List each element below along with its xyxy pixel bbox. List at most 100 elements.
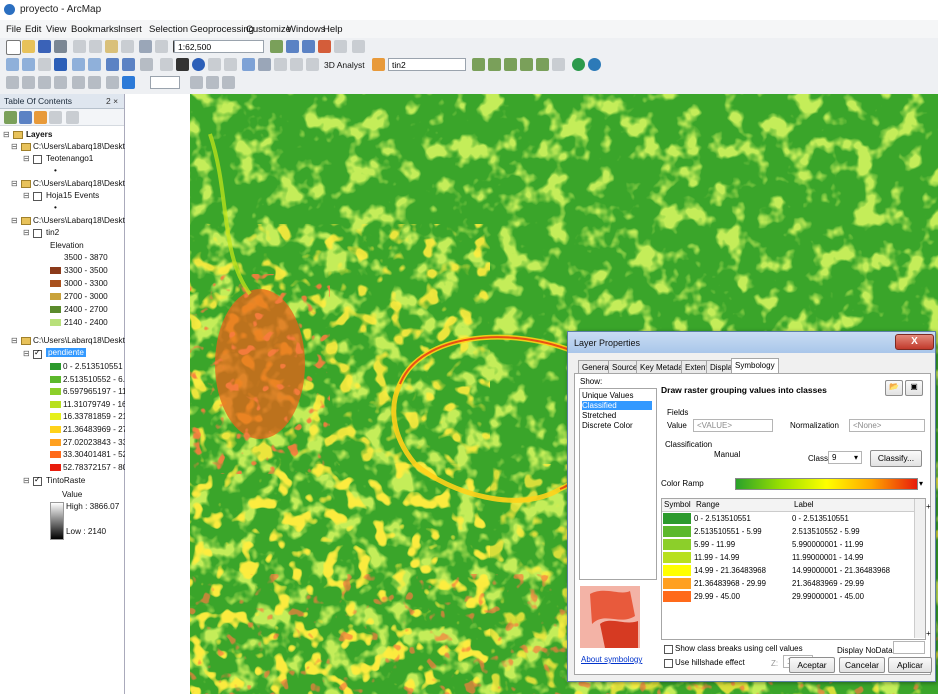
layer-tin2[interactable]: tin2	[46, 228, 59, 237]
renderer-unique-values[interactable]: Unique Values	[582, 391, 652, 400]
layout-zoom-combo[interactable]	[150, 76, 180, 89]
back-icon[interactable]	[106, 58, 119, 71]
collapse-icon[interactable]: ⊟	[23, 154, 30, 163]
legend-swatch[interactable]	[50, 388, 61, 396]
class-row[interactable]: 0 - 2.513510551 0 - 2.513510551	[662, 512, 914, 525]
class-label[interactable]: 5.990000001 - 11.99	[792, 538, 863, 551]
hyperlink-icon[interactable]	[208, 58, 221, 71]
data-driven-pages-icon[interactable]	[222, 76, 235, 89]
legend-swatch[interactable]	[50, 306, 61, 313]
legend-swatch[interactable]	[50, 451, 61, 459]
grid-scrollbar[interactable]	[914, 499, 925, 638]
collapse-icon[interactable]: ⊟	[23, 349, 30, 358]
undo-icon[interactable]	[139, 40, 152, 53]
zoom-out-icon[interactable]	[22, 58, 35, 71]
menu-customize[interactable]: Customize	[246, 24, 291, 35]
layer-checkbox[interactable]	[33, 229, 42, 238]
menu-edit[interactable]: Edit	[25, 24, 41, 35]
renderer-discrete-color[interactable]: Discrete Color	[582, 421, 652, 430]
collapse-icon[interactable]: ⊟	[11, 216, 18, 225]
grid-header-symbol[interactable]: Symbol	[662, 499, 694, 512]
grid-header-label[interactable]: Label	[792, 499, 916, 512]
toc-window-icon[interactable]	[286, 40, 299, 53]
print-icon[interactable]	[54, 40, 67, 53]
legend-swatch[interactable]	[50, 280, 61, 287]
layout-zoom-in-icon[interactable]	[6, 76, 19, 89]
layer-tintoraste[interactable]: TintoRaste	[46, 476, 85, 485]
layout-pan-icon[interactable]	[38, 76, 51, 89]
class-row[interactable]: 2.513510551 - 5.99 2.513510552 - 5.99	[662, 525, 914, 538]
contour-icon[interactable]	[472, 58, 485, 71]
class-symbol[interactable]	[663, 565, 691, 576]
normalization-combo[interactable]: <None>	[849, 419, 925, 432]
time-slider-icon[interactable]	[306, 58, 319, 71]
3d-analyst-label[interactable]: 3D Analyst	[324, 60, 365, 70]
redo-icon[interactable]	[155, 40, 168, 53]
list-by-drawing-order-icon[interactable]	[4, 111, 17, 124]
legend-swatch[interactable]	[50, 363, 61, 370]
layer-checkbox[interactable]	[33, 192, 42, 201]
forward-icon[interactable]	[122, 58, 135, 71]
hillshade-checkbox[interactable]	[664, 659, 673, 668]
interpolate-point-icon[interactable]	[536, 58, 549, 71]
select-elements-icon[interactable]	[176, 58, 189, 71]
list-by-selection-icon[interactable]	[49, 111, 62, 124]
menu-selection[interactable]: Selection	[149, 24, 188, 35]
class-row[interactable]: 5.99 - 11.99 5.990000001 - 11.99	[662, 538, 914, 551]
class-symbol[interactable]	[663, 552, 691, 563]
layout-fixed-zoom-icon[interactable]	[88, 76, 101, 89]
class-label[interactable]: 0 - 2.513510551	[792, 512, 849, 525]
pan-icon[interactable]	[38, 58, 51, 71]
class-row[interactable]: 14.99 - 21.36483968 14.99000001 - 21.3648…	[662, 564, 914, 577]
grid-header-range[interactable]: Range	[694, 499, 792, 512]
legend-swatch[interactable]	[50, 438, 61, 446]
paste-icon[interactable]	[105, 40, 118, 53]
folder-path-3[interactable]: C:\Users\Labarq18\Deskt	[33, 216, 125, 225]
classes-count-combo[interactable]: 9 ▾	[828, 451, 862, 464]
renderer-stretched[interactable]: Stretched	[582, 411, 652, 420]
collapse-icon[interactable]: ⊟	[11, 336, 18, 345]
legend-swatch[interactable]	[50, 254, 61, 261]
class-symbol[interactable]	[663, 513, 691, 524]
class-row[interactable]: 29.99 - 45.00 29.99000001 - 45.00	[662, 590, 914, 603]
collapse-icon[interactable]: ⊟	[23, 191, 30, 200]
measure-icon[interactable]	[242, 58, 255, 71]
close-button[interactable]: X	[895, 334, 934, 350]
class-row[interactable]: 21.36483968 - 29.99 21.36483969 - 29.99	[662, 577, 914, 590]
ramp-chevron-icon[interactable]: ▾	[919, 479, 923, 488]
class-range[interactable]: 14.99 - 21.36483968	[694, 564, 766, 577]
toolbox-icon[interactable]	[318, 40, 331, 53]
class-range[interactable]: 21.36483968 - 29.99	[694, 577, 766, 590]
class-range[interactable]: 11.99 - 14.99	[694, 551, 739, 564]
layout-back-icon[interactable]	[106, 76, 119, 89]
toc-pin-close[interactable]: 2 ×	[106, 96, 118, 106]
toc-options-icon[interactable]	[66, 111, 79, 124]
folder-path-4[interactable]: C:\Users\Labarq18\Deskt	[33, 336, 125, 345]
layer-checkbox[interactable]	[33, 155, 42, 164]
fixed-zoom-in-icon[interactable]	[72, 58, 85, 71]
menu-windows[interactable]: Windows	[287, 24, 326, 35]
scale-combo[interactable]: 1:62,500	[174, 40, 264, 53]
delete-icon[interactable]	[121, 40, 134, 53]
ok-button[interactable]: Aceptar	[789, 657, 835, 673]
class-range[interactable]: 29.99 - 45.00	[694, 590, 740, 603]
move-down-icon[interactable]: +	[926, 629, 931, 638]
copy-icon[interactable]	[89, 40, 102, 53]
class-symbol[interactable]	[663, 539, 691, 550]
class-label[interactable]: 11.99000001 - 14.99	[792, 551, 863, 564]
legend-swatch[interactable]	[50, 375, 61, 383]
save-renderer-button[interactable]: ▣	[905, 380, 923, 396]
show-breaks-checkbox[interactable]	[664, 645, 673, 654]
identify-icon[interactable]	[192, 58, 205, 71]
class-label[interactable]: 29.99000001 - 45.00	[792, 590, 864, 603]
steepest-path-icon[interactable]	[488, 58, 501, 71]
save-icon[interactable]	[38, 40, 51, 53]
new-document-icon[interactable]	[6, 40, 21, 55]
nodata-color-combo[interactable]	[893, 641, 925, 654]
find-icon[interactable]	[258, 58, 271, 71]
class-symbol[interactable]	[663, 526, 691, 537]
legend-swatch[interactable]	[50, 267, 61, 274]
color-ramp-combo[interactable]	[735, 478, 918, 490]
folder-path-1[interactable]: C:\Users\Labarq18\Deskt	[33, 142, 125, 151]
cut-icon[interactable]	[73, 40, 86, 53]
